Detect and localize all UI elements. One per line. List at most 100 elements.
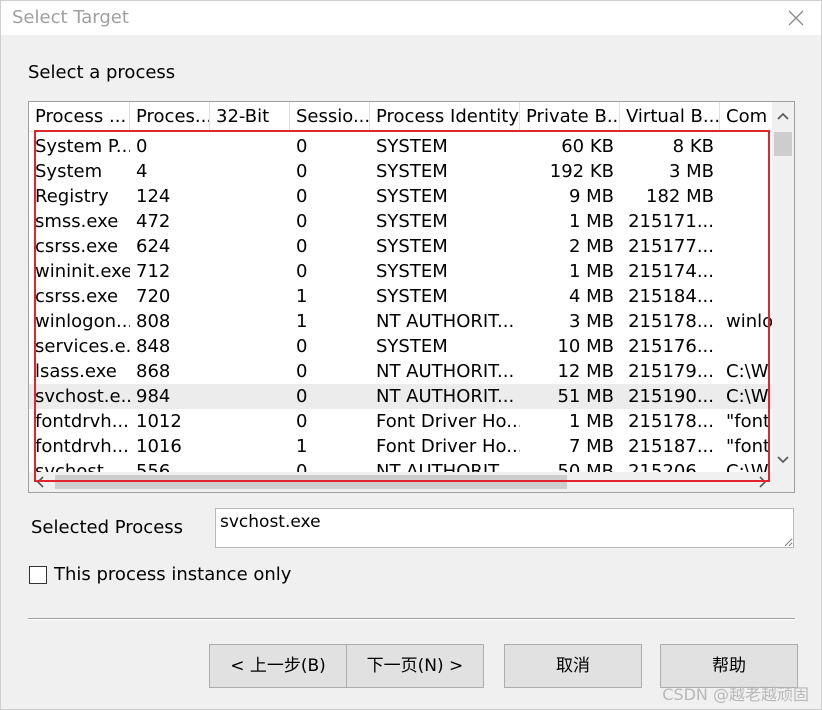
process-cell: 60 KB	[561, 136, 614, 157]
process-cell: 3 MB	[568, 311, 614, 332]
process-cell: 10 MB	[557, 336, 614, 357]
column-header[interactable]: Private B...	[520, 102, 620, 132]
process-cell: fontdrvh...	[35, 411, 129, 432]
process-list[interactable]: Process ... Proces... 32-Bit Sessio... Proce…	[28, 101, 795, 493]
process-row[interactable]: csrss.exe 624 0 SYSTEM 2 MB 215177...	[29, 234, 780, 259]
process-cell: C:\W	[726, 361, 769, 382]
process-cell: 215174...	[628, 261, 714, 282]
process-cell: 624	[136, 236, 171, 257]
process-row[interactable]: csrss.exe 720 1 SYSTEM 4 MB 215184...	[29, 284, 780, 309]
process-row[interactable]: wininit.exe 712 0 SYSTEM 1 MB 215174...	[29, 259, 780, 284]
process-row[interactable]: fontdrvh... 1016 1 Font Driver Ho... 7 MB 215…	[29, 434, 780, 459]
process-cell: "font	[726, 411, 771, 432]
process-cell: 215179...	[628, 361, 714, 382]
instance-only-checkbox[interactable]	[29, 566, 47, 584]
scroll-up-button[interactable]	[772, 102, 794, 130]
process-cell: SYSTEM	[376, 236, 448, 257]
horizontal-scroll-thumb[interactable]	[55, 475, 567, 489]
process-cell: 3 MB	[668, 161, 714, 182]
process-cell: 720	[136, 286, 171, 307]
process-cell: 0	[296, 236, 308, 257]
process-list-header: Process ... Proces... 32-Bit Sessio... Proce…	[29, 102, 780, 132]
process-row[interactable]: Registry 124 0 SYSTEM 9 MB 182 MB	[29, 184, 780, 209]
process-cell	[720, 334, 780, 359]
process-cell: 868	[136, 361, 171, 382]
process-cell: 0	[296, 361, 308, 382]
process-cell	[210, 159, 290, 184]
process-cell: Font Driver Ho...	[376, 411, 520, 432]
process-cell: 215177...	[628, 236, 714, 257]
vertical-scroll-thumb[interactable]	[774, 132, 792, 156]
process-row[interactable]: winlogon... 808 1 NT AUTHORIT... 3 MB 215178.…	[29, 309, 780, 334]
scroll-down-button[interactable]	[772, 446, 794, 474]
column-header[interactable]: Process ...	[29, 102, 130, 132]
process-cell: 7 MB	[568, 436, 614, 457]
column-header[interactable]: 32-Bit	[210, 102, 290, 132]
process-row[interactable]: svchost.e... 984 0 NT AUTHORIT... 51 MB 21519…	[29, 384, 780, 409]
next-button[interactable]: 下一页(N) >	[346, 644, 484, 688]
column-header[interactable]: Proces...	[130, 102, 210, 132]
process-cell: 0	[296, 186, 308, 207]
process-row[interactable]: services.e... 848 0 SYSTEM 10 MB 215176...	[29, 334, 780, 359]
process-cell: 0	[296, 411, 308, 432]
process-cell: SYSTEM	[376, 261, 448, 282]
column-header[interactable]: Virtual B...	[620, 102, 720, 132]
process-cell	[210, 259, 290, 284]
process-cell: 182 MB	[646, 186, 714, 207]
process-cell: winlogon...	[35, 311, 130, 332]
process-cell: SYSTEM	[376, 211, 448, 232]
cancel-button[interactable]: 取消	[504, 644, 642, 688]
watermark: CSDN @越老越顽固	[662, 685, 809, 704]
process-cell: lsass.exe	[35, 361, 117, 382]
process-cell: 0	[296, 336, 308, 357]
scroll-left-button[interactable]	[29, 472, 51, 492]
process-cell: 4	[136, 161, 148, 182]
process-cell: 4 MB	[568, 286, 614, 307]
process-cell: SYSTEM	[376, 136, 448, 157]
process-cell: 1012	[136, 411, 182, 432]
process-cell: 1 MB	[568, 261, 614, 282]
process-cell: System P...	[35, 136, 130, 157]
scroll-right-button[interactable]	[752, 472, 774, 492]
selected-process-field[interactable]: svchost.exe	[215, 508, 794, 548]
process-cell: 0	[296, 211, 308, 232]
process-row[interactable]: lsass.exe 868 0 NT AUTHORIT... 12 MB 215179..…	[29, 359, 780, 384]
process-cell: 0	[296, 386, 308, 407]
horizontal-scrollbar[interactable]	[29, 472, 794, 492]
process-cell: 8 KB	[672, 136, 714, 157]
scroll-up-icon	[777, 112, 789, 120]
process-cell: 51 MB	[557, 386, 614, 407]
process-cell: 0	[296, 261, 308, 282]
process-cell: 472	[136, 211, 171, 232]
process-cell	[210, 184, 290, 209]
process-cell	[720, 209, 780, 234]
process-row[interactable]: System 4 0 SYSTEM 192 KB 3 MB	[29, 159, 780, 184]
close-button[interactable]	[779, 3, 813, 33]
process-cell: SYSTEM	[376, 286, 448, 307]
process-cell: 808	[136, 311, 171, 332]
process-cell	[210, 284, 290, 309]
process-cell: 215176...	[628, 336, 714, 357]
process-cell	[210, 334, 290, 359]
process-cell: 124	[136, 186, 171, 207]
process-list-rows: System P... 0 0 SYSTEM 60 KB 8 KB System 4 0 SYST…	[29, 134, 780, 484]
column-header[interactable]: Com	[720, 102, 780, 132]
divider	[28, 618, 795, 620]
process-cell: 1 MB	[568, 411, 614, 432]
process-cell: NT AUTHORIT...	[376, 311, 515, 332]
select-target-dialog: Select Target Select a process Process .…	[0, 0, 822, 710]
process-row[interactable]: smss.exe 472 0 SYSTEM 1 MB 215171...	[29, 209, 780, 234]
vertical-scrollbar[interactable]	[772, 102, 794, 474]
process-cell: csrss.exe	[35, 286, 119, 307]
process-row[interactable]: System P... 0 0 SYSTEM 60 KB 8 KB	[29, 134, 780, 159]
scroll-left-icon	[36, 476, 44, 488]
process-row[interactable]: fontdrvh... 1012 0 Font Driver Ho... 1 MB 215…	[29, 409, 780, 434]
process-cell: 1	[296, 436, 308, 457]
column-header[interactable]: Process Identity	[370, 102, 520, 132]
process-cell: winlo	[726, 311, 774, 332]
back-button[interactable]: < 上一步(B)	[209, 644, 347, 688]
column-header[interactable]: Sessio...	[290, 102, 370, 132]
window-title: Select Target	[12, 7, 129, 28]
process-cell	[210, 134, 290, 159]
process-cell: NT AUTHORIT...	[376, 386, 515, 407]
